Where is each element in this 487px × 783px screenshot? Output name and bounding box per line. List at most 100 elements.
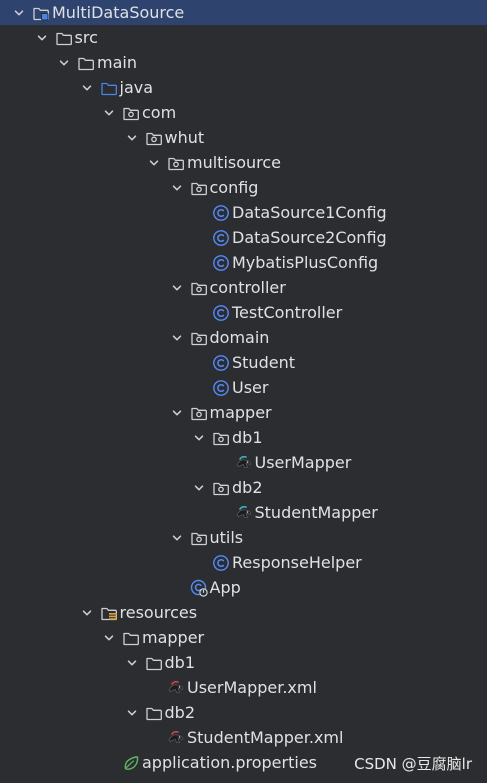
chevron-down-icon[interactable] [34, 25, 50, 50]
java-class-icon [212, 379, 230, 397]
chevron-down-icon[interactable] [79, 75, 95, 100]
tree-item-label: mapper [142, 628, 205, 647]
tree-row[interactable]: StudentMapper.xml [0, 725, 487, 750]
package-icon [212, 479, 230, 497]
tree-row[interactable]: UserMapper.xml [0, 675, 487, 700]
package-icon [190, 404, 208, 422]
chevron-down-icon[interactable] [124, 650, 140, 675]
module-folder-icon [32, 4, 50, 22]
tree-item-label: db2 [164, 703, 196, 722]
chevron-down-icon[interactable] [124, 700, 140, 725]
tree-row[interactable]: mapper [0, 400, 487, 425]
tree-item-label: main [97, 53, 137, 72]
tree-row[interactable]: Student [0, 350, 487, 375]
tree-row[interactable]: src [0, 25, 487, 50]
tree-item-label: src [74, 28, 98, 47]
tree-row[interactable]: domain [0, 325, 487, 350]
tree-row[interactable]: StudentMapper [0, 500, 487, 525]
tree-row[interactable]: DataSource2Config [0, 225, 487, 250]
tree-item-label: multisource [187, 153, 282, 172]
chevron-down-icon[interactable] [79, 600, 95, 625]
tree-row[interactable]: config [0, 175, 487, 200]
tree-row[interactable]: java [0, 75, 487, 100]
mybatis-xml-icon [167, 729, 185, 747]
chevron-down-icon[interactable] [169, 525, 185, 550]
mybatis-xml-icon [167, 679, 185, 697]
resources-folder-icon [100, 604, 118, 622]
folder-icon [55, 29, 73, 47]
tree-item-label: DataSource2Config [232, 228, 387, 247]
tree-row[interactable]: UserMapper [0, 450, 487, 475]
chevron-down-icon[interactable] [191, 475, 207, 500]
chevron-down-icon[interactable] [11, 0, 27, 25]
tree-row[interactable]: whut [0, 125, 487, 150]
project-tree: MultiDataSource src main java com whut multiso… [0, 0, 487, 775]
chevron-down-icon[interactable] [191, 425, 207, 450]
tree-row[interactable]: db1 [0, 650, 487, 675]
watermark-text: CSDN @豆腐脑lr [354, 755, 472, 773]
folder-icon [145, 704, 163, 722]
chevron-down-icon[interactable] [124, 125, 140, 150]
chevron-down-icon[interactable] [101, 100, 117, 125]
folder-icon [122, 629, 140, 647]
tree-item-label: com [142, 103, 177, 122]
tree-row[interactable]: TestController [0, 300, 487, 325]
mybatis-mapper-icon [235, 454, 253, 472]
tree-item-label: application.properties [142, 753, 317, 772]
tree-row[interactable]: utils [0, 525, 487, 550]
java-class-icon [212, 254, 230, 272]
tree-item-label: User [232, 378, 269, 397]
package-icon [190, 529, 208, 547]
package-icon [190, 279, 208, 297]
tree-row[interactable]: User [0, 375, 487, 400]
tree-item-label: StudentMapper.xml [187, 728, 344, 747]
chevron-down-icon[interactable] [169, 275, 185, 300]
tree-item-label: mapper [209, 403, 272, 422]
tree-row[interactable]: db2 [0, 475, 487, 500]
tree-row[interactable]: MultiDataSource [0, 0, 487, 25]
java-class-icon [212, 354, 230, 372]
tree-item-label: domain [209, 328, 270, 347]
tree-item-label: db1 [232, 428, 263, 447]
java-class-icon [212, 229, 230, 247]
tree-row[interactable]: main [0, 50, 487, 75]
tree-item-label: db2 [232, 478, 263, 497]
tree-item-label: ResponseHelper [232, 553, 362, 572]
java-class-icon [212, 204, 230, 222]
chevron-down-icon[interactable] [169, 175, 185, 200]
tree-item-label: MultiDataSource [52, 3, 185, 22]
tree-item-label: controller [209, 278, 286, 297]
tree-item-label: java [119, 78, 154, 97]
tree-item-label: whut [164, 128, 205, 147]
tree-item-label: resources [119, 603, 198, 622]
source-root-folder-icon [100, 79, 118, 97]
tree-row[interactable]: DataSource1Config [0, 200, 487, 225]
spring-properties-icon [122, 754, 140, 772]
tree-item-label: config [209, 178, 259, 197]
tree-row[interactable]: resources [0, 600, 487, 625]
chevron-down-icon[interactable] [169, 325, 185, 350]
tree-row[interactable]: db2 [0, 700, 487, 725]
tree-item-label: StudentMapper [254, 503, 378, 522]
package-icon [212, 429, 230, 447]
package-icon [190, 329, 208, 347]
tree-item-label: UserMapper.xml [187, 678, 317, 697]
tree-item-label: TestController [232, 303, 343, 322]
tree-row[interactable]: ResponseHelper [0, 550, 487, 575]
package-icon [190, 179, 208, 197]
chevron-down-icon[interactable] [169, 400, 185, 425]
chevron-down-icon[interactable] [146, 150, 162, 175]
tree-row[interactable]: controller [0, 275, 487, 300]
tree-row[interactable]: multisource [0, 150, 487, 175]
mybatis-mapper-icon [235, 504, 253, 522]
tree-row[interactable]: MybatisPlusConfig [0, 250, 487, 275]
folder-icon [145, 654, 163, 672]
tree-row[interactable]: com [0, 100, 487, 125]
chevron-down-icon[interactable] [101, 625, 117, 650]
tree-item-label: db1 [164, 653, 196, 672]
chevron-down-icon[interactable] [56, 50, 72, 75]
tree-item-label: Student [232, 353, 295, 372]
tree-row[interactable]: db1 [0, 425, 487, 450]
tree-row[interactable]: mapper [0, 625, 487, 650]
tree-row[interactable]: App [0, 575, 487, 600]
